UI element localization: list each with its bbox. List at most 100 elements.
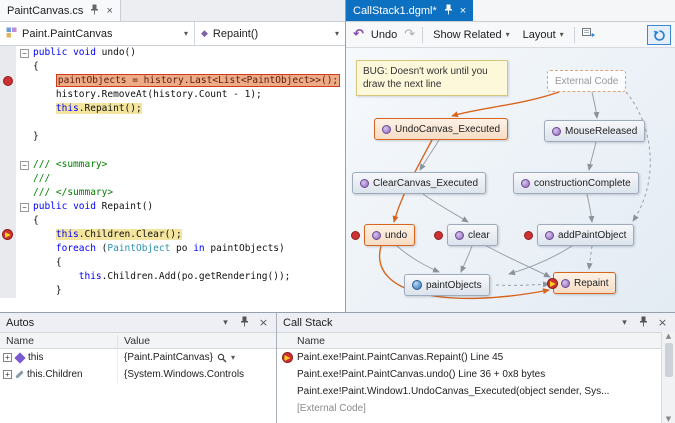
- tab-paintcanvas[interactable]: PaintCanvas.cs ×: [0, 0, 121, 21]
- code-line[interactable]: foreach (PaintObject po in paintObjects): [0, 242, 345, 256]
- expand-icon[interactable]: +: [3, 353, 12, 362]
- autos-column-headers[interactable]: Name Value: [0, 332, 276, 349]
- pin-icon[interactable]: [637, 316, 650, 330]
- code-line[interactable]: history.RemoveAt(history.Count - 1);: [0, 88, 345, 102]
- vertical-scrollbar[interactable]: ▲ ▼: [661, 332, 675, 423]
- current-statement-indicator[interactable]: ▶: [0, 228, 16, 242]
- indicator-margin[interactable]: [0, 46, 16, 60]
- close-icon[interactable]: ×: [656, 316, 669, 329]
- graph-edge-addPaintObject-repaint[interactable]: [589, 246, 592, 269]
- indicator-margin[interactable]: [0, 144, 16, 158]
- scroll-down-icon[interactable]: ▼: [666, 415, 671, 423]
- graph-node-undo[interactable]: undo: [364, 224, 415, 246]
- undo-icon[interactable]: ↶: [353, 27, 364, 42]
- code-line[interactable]: this.Children.Add(po.getRendering());: [0, 270, 345, 284]
- code-line[interactable]: paintObjects = history.Last<List<PaintOb…: [0, 74, 345, 88]
- indicator-margin[interactable]: [0, 158, 16, 172]
- member-dropdown[interactable]: ◆ Repaint() ▾: [195, 22, 345, 45]
- indicator-margin[interactable]: [0, 102, 16, 116]
- magnifier-icon[interactable]: [217, 353, 227, 363]
- scrollbar-thumb[interactable]: [665, 343, 673, 377]
- scroll-up-icon[interactable]: ▲: [666, 332, 671, 340]
- graph-edge-mouseReleased-constructionComplete[interactable]: [589, 142, 596, 170]
- fold-margin[interactable]: −: [16, 46, 33, 60]
- indicator-margin[interactable]: [0, 60, 16, 74]
- graph-node-repaint[interactable]: ▶Repaint: [553, 272, 616, 294]
- column-value[interactable]: Value: [118, 335, 276, 347]
- indicator-margin[interactable]: [0, 200, 16, 214]
- code-line[interactable]: }: [0, 130, 345, 144]
- redo-icon[interactable]: ↷: [404, 27, 415, 42]
- indicator-margin[interactable]: [0, 116, 16, 130]
- indicator-margin[interactable]: [0, 88, 16, 102]
- window-position-icon[interactable]: ▾: [219, 318, 232, 328]
- indicator-margin[interactable]: [0, 130, 16, 144]
- collapse-box-icon[interactable]: −: [20, 203, 29, 212]
- stack-frame[interactable]: ▶Paint.exe!Paint.PaintCanvas.Repaint() L…: [277, 349, 675, 366]
- code-line[interactable]: this.Repaint();: [0, 102, 345, 116]
- graph-node-clear[interactable]: clear: [447, 224, 498, 246]
- graph-node-paintObjects[interactable]: paintObjects: [404, 274, 490, 296]
- code-line[interactable]: }: [0, 284, 345, 298]
- breakpoint-indicator[interactable]: [0, 74, 16, 88]
- bug-note[interactable]: BUG: Doesn't work until you draw the nex…: [356, 60, 508, 96]
- code-line[interactable]: /// </summary>: [0, 186, 345, 200]
- chevron-down-icon[interactable]: ▾: [231, 353, 235, 362]
- callstack-column-headers[interactable]: Name: [277, 332, 675, 349]
- graph-edge-external-mouseReleased[interactable]: [592, 92, 597, 118]
- indicator-margin[interactable]: [0, 256, 16, 270]
- column-name[interactable]: Name: [297, 335, 325, 347]
- undo-button[interactable]: Undo: [371, 29, 397, 41]
- watch-row[interactable]: +this.Children{System.Windows.Controls: [0, 366, 276, 383]
- code-line[interactable]: −/// <summary>: [0, 158, 345, 172]
- column-name[interactable]: Name: [0, 335, 118, 347]
- close-icon[interactable]: ×: [257, 316, 270, 329]
- graph-node-mouseReleased[interactable]: MouseReleased: [544, 120, 645, 142]
- stack-frame[interactable]: Paint.exe!Paint.Window1.UndoCanvas_Execu…: [277, 383, 675, 400]
- export-diagram-icon[interactable]: [582, 27, 595, 42]
- class-dropdown[interactable]: Paint.PaintCanvas ▾: [0, 22, 195, 45]
- graph-edge-paintObjects-repaint[interactable]: [496, 284, 549, 285]
- collapse-box-icon[interactable]: −: [20, 49, 29, 58]
- dgml-canvas[interactable]: External CodeUndoCanvas_ExecutedMouseRel…: [346, 48, 675, 312]
- collapse-box-icon[interactable]: −: [20, 161, 29, 170]
- code-line[interactable]: [0, 116, 345, 130]
- graph-node-constructionComplete[interactable]: constructionComplete: [513, 172, 639, 194]
- close-icon[interactable]: ×: [460, 6, 466, 16]
- refresh-graph-button[interactable]: [647, 25, 671, 45]
- graph-edge-external-addPaintObject[interactable]: [626, 92, 650, 221]
- indicator-margin[interactable]: [0, 172, 16, 186]
- expand-icon[interactable]: +: [3, 370, 12, 379]
- show-related-menu[interactable]: Show Related ▾: [430, 27, 513, 43]
- window-position-icon[interactable]: ▾: [618, 318, 631, 328]
- code-line[interactable]: −public void Repaint(): [0, 200, 345, 214]
- graph-node-undoCanvasExecuted[interactable]: UndoCanvas_Executed: [374, 118, 508, 140]
- fold-margin[interactable]: −: [16, 200, 33, 214]
- watch-row[interactable]: +this{Paint.PaintCanvas}▾: [0, 349, 276, 366]
- tab-callstack-dgml[interactable]: CallStack1.dgml* ×: [346, 0, 473, 21]
- graph-edge-clear-paintObjects[interactable]: [461, 246, 472, 272]
- indicator-margin[interactable]: [0, 270, 16, 284]
- pin-icon[interactable]: [238, 316, 251, 330]
- code-line[interactable]: {: [0, 214, 345, 228]
- fold-margin[interactable]: −: [16, 158, 33, 172]
- graph-node-addPaintObject[interactable]: addPaintObject: [537, 224, 634, 246]
- indicator-margin[interactable]: [0, 242, 16, 256]
- code-line[interactable]: {: [0, 256, 345, 270]
- indicator-margin[interactable]: [0, 186, 16, 200]
- pin-icon[interactable]: [442, 4, 455, 18]
- stack-frame[interactable]: Paint.exe!Paint.PaintCanvas.undo() Line …: [277, 366, 675, 383]
- code-line[interactable]: ▶ this.Children.Clear();: [0, 228, 345, 242]
- indicator-margin[interactable]: [0, 284, 16, 298]
- code-line[interactable]: ///: [0, 172, 345, 186]
- close-icon[interactable]: ×: [106, 6, 112, 16]
- pin-icon[interactable]: [88, 4, 101, 18]
- graph-edge-clearCanvasExecuted-clear[interactable]: [423, 194, 468, 222]
- code-line[interactable]: −public void undo(): [0, 46, 345, 60]
- layout-menu[interactable]: Layout ▾: [520, 27, 567, 43]
- graph-node-clearCanvasExecuted[interactable]: ClearCanvas_Executed: [352, 172, 486, 194]
- code-line[interactable]: [0, 144, 345, 158]
- code-area[interactable]: −public void undo(){ paintObjects = hist…: [0, 46, 345, 312]
- graph-edge-undo-paintObjects[interactable]: [397, 246, 439, 272]
- code-line[interactable]: {: [0, 60, 345, 74]
